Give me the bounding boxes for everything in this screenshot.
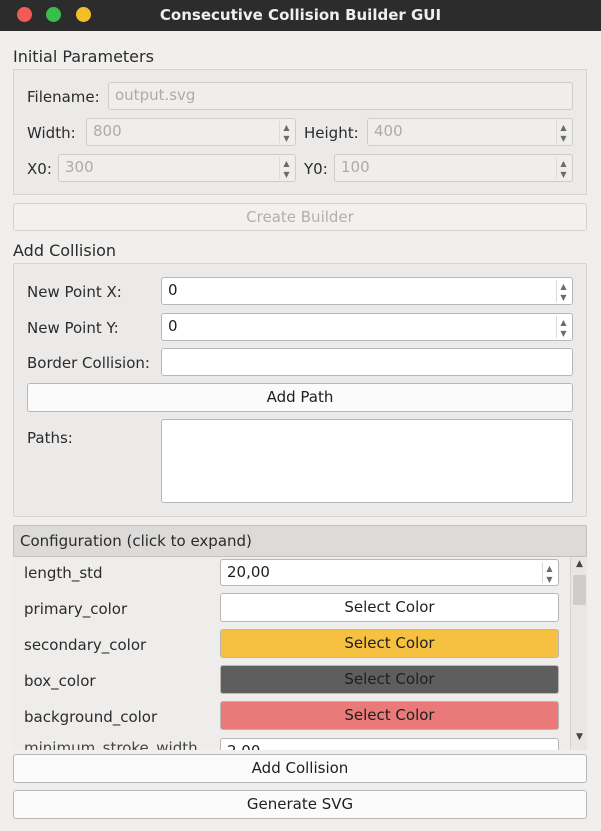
new-point-x-label: New Point X: [27, 283, 122, 301]
filename-label: Filename: [27, 88, 100, 106]
initial-parameters-label: Initial Parameters [13, 47, 154, 66]
length-std-spinbox[interactable]: 20,00 ▲ ▼ [220, 559, 559, 586]
window-title: Consecutive Collision Builder GUI [159, 6, 442, 24]
box-color-button[interactable]: Select Color [220, 665, 559, 694]
new-point-x-value: 0 [168, 281, 178, 299]
height-spin-arrows-icon[interactable]: ▲ ▼ [556, 121, 570, 143]
configuration-scrollbar[interactable]: ▲ ▼ [570, 557, 587, 750]
add-collision-button[interactable]: Add Collision [13, 754, 587, 783]
width-spin-arrows-icon[interactable]: ▲ ▼ [279, 121, 293, 143]
x0-label: X0: [27, 160, 52, 178]
x0-spinbox[interactable]: 300 ▲ ▼ [58, 154, 296, 182]
configuration-scroll-area[interactable]: length_std 20,00 ▲ ▼ primary_color Select… [13, 557, 587, 750]
generate-svg-button[interactable]: Generate SVG [13, 790, 587, 819]
secondary-color-button[interactable]: Select Color [220, 629, 559, 658]
partial-row-label: minimum_stroke_width [24, 739, 198, 750]
filename-input[interactable]: output.svg [108, 82, 573, 110]
new-point-y-spinbox[interactable]: 0 ▲ ▼ [161, 313, 573, 341]
y0-label: Y0: [304, 160, 328, 178]
box-color-label: box_color [24, 672, 96, 690]
width-spinbox[interactable]: 800 ▲ ▼ [86, 118, 296, 146]
y0-spinbox[interactable]: 100 ▲ ▼ [334, 154, 573, 182]
x0-value: 300 [65, 158, 94, 176]
x0-spin-arrows-icon[interactable]: ▲ ▼ [279, 157, 293, 179]
width-label: Width: [27, 124, 76, 142]
width-value: 800 [93, 122, 122, 140]
new-point-x-spinbox[interactable]: 0 ▲ ▼ [161, 277, 573, 305]
window-titlebar: Consecutive Collision Builder GUI [0, 0, 601, 31]
length-std-value: 20,00 [227, 563, 270, 581]
new-point-y-label: New Point Y: [27, 319, 119, 337]
scroll-down-arrow-icon[interactable]: ▼ [571, 732, 587, 746]
border-collision-input[interactable] [161, 348, 573, 376]
height-label: Height: [304, 124, 359, 142]
length-std-spin-arrows-icon[interactable]: ▲ ▼ [542, 562, 556, 584]
partial-row-spinbox[interactable]: 2,00 [220, 738, 559, 750]
height-spinbox[interactable]: 400 ▲ ▼ [367, 118, 573, 146]
new-point-y-spin-arrows-icon[interactable]: ▲ ▼ [556, 316, 570, 338]
y0-spin-arrows-icon[interactable]: ▲ ▼ [556, 157, 570, 179]
height-value: 400 [374, 122, 403, 140]
scroll-up-arrow-icon[interactable]: ▲ [571, 559, 587, 573]
new-point-y-value: 0 [168, 317, 178, 335]
create-builder-button[interactable]: Create Builder [13, 203, 587, 231]
add-collision-section-label: Add Collision [13, 241, 117, 260]
paths-label: Paths: [27, 429, 73, 447]
primary-color-label: primary_color [24, 600, 128, 618]
paths-list[interactable] [161, 419, 573, 503]
background-color-label: background_color [24, 708, 158, 726]
scrollbar-thumb[interactable] [573, 575, 586, 605]
partial-row-value: 2,00 [227, 742, 260, 750]
border-collision-label: Border Collision: [27, 354, 150, 372]
configuration-header[interactable]: Configuration (click to expand) [13, 525, 587, 557]
background-color-button[interactable]: Select Color [220, 701, 559, 730]
y0-value: 100 [341, 158, 370, 176]
primary-color-button[interactable]: Select Color [220, 593, 559, 622]
add-path-button[interactable]: Add Path [27, 383, 573, 412]
secondary-color-label: secondary_color [24, 636, 147, 654]
length-std-label: length_std [24, 564, 103, 582]
new-point-x-spin-arrows-icon[interactable]: ▲ ▼ [556, 280, 570, 302]
